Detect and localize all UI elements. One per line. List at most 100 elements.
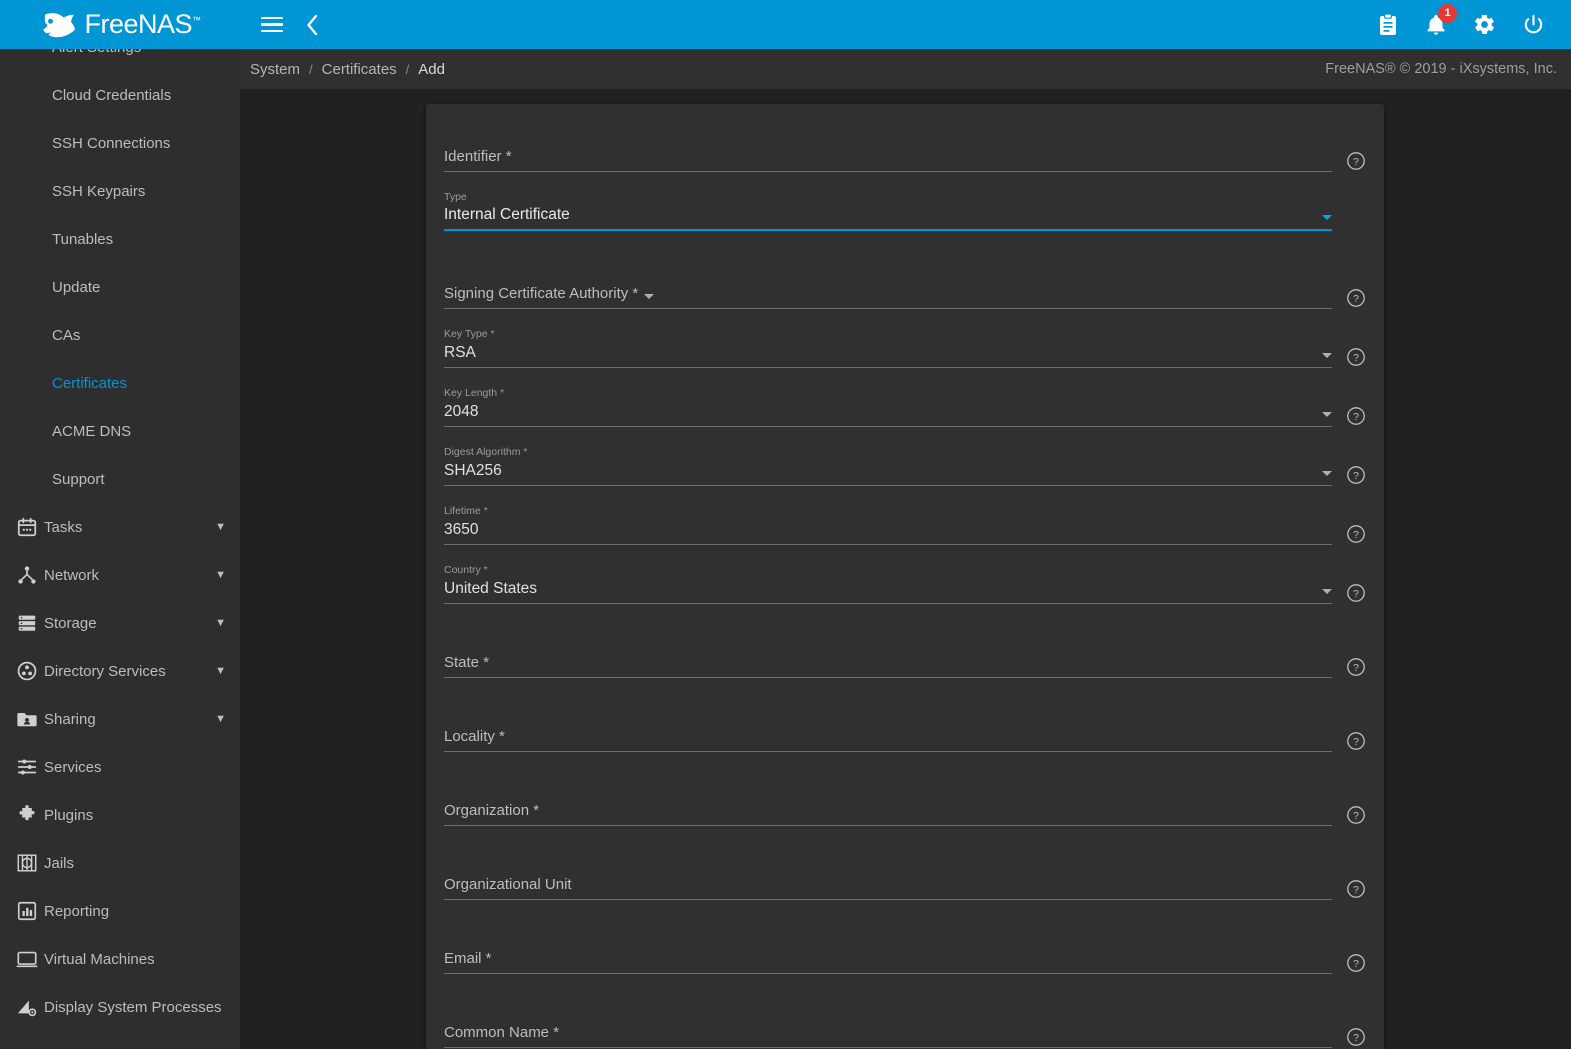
arrow-drop-down-icon[interactable] [1322,412,1332,417]
sidebar-item-tunables[interactable]: Tunables [0,215,240,263]
sidebar-item-plugins[interactable]: Plugins [0,791,240,839]
sidebar-item-reporting[interactable]: Reporting [0,887,240,935]
breadcrumb-item-certificates[interactable]: Certificates [322,61,397,78]
lifetime-input[interactable]: 3650 [444,519,1332,544]
notifications-button[interactable]: 1 [1425,3,1457,37]
sidebar-item-support[interactable]: Support [0,455,240,503]
help-circle-icon[interactable]: ? [1346,524,1366,544]
sidebar-navigation[interactable]: Alert Settings Cloud Credentials SSH Con… [0,49,240,1049]
power-icon[interactable] [1522,13,1545,36]
help-circle-icon[interactable]: ? [1346,288,1366,308]
field-label: Lifetime * [444,505,488,517]
topbar-right-controls: 1 [1377,3,1571,37]
common-name-input[interactable]: Common Name * [444,1022,559,1047]
arrow-drop-down-icon[interactable] [1322,215,1332,220]
sidebar-item-sharing[interactable]: Sharing ▼ [0,695,240,743]
chevron-down-icon[interactable]: ▼ [215,521,226,533]
sidebar-item-label: Cloud Credentials [52,86,172,104]
field-key-type[interactable]: Key Type * RSA ? [444,316,1366,368]
signing-ca-select-value[interactable]: Signing Certificate Authority * [444,283,638,308]
clipboard-icon[interactable] [1377,12,1399,37]
sidebar-item-cloud-credentials[interactable]: Cloud Credentials [0,71,240,119]
chevron-down-icon[interactable]: ▼ [215,713,226,725]
country-select-value[interactable]: United States [444,578,1316,603]
field-common-name[interactable]: Common Name * Common Name * ? [444,996,1366,1048]
sidebar-item-virtual-machines[interactable]: Virtual Machines [0,935,240,983]
breadcrumb-item-system[interactable]: System [250,61,300,78]
help-circle-icon[interactable]: ? [1346,953,1366,973]
gear-icon[interactable] [1473,13,1496,36]
email-input[interactable]: Email * [444,948,492,973]
sidebar-item-display-system-processes[interactable]: Display System Processes [0,983,240,1031]
sidebar-item-label: Display System Processes [44,998,222,1016]
arrow-drop-down-icon[interactable] [644,294,655,299]
field-locality[interactable]: Locality * Locality * ? [444,700,1366,752]
chevron-left-icon[interactable] [305,14,319,36]
field-label: Key Length * [444,387,505,399]
arrow-drop-down-icon[interactable] [1322,589,1332,594]
svg-text:?: ? [1353,156,1359,168]
sidebar-item-directory-services[interactable]: Directory Services ▼ [0,647,240,695]
sidebar-item-label: CAs [52,326,81,344]
help-circle-icon[interactable]: ? [1346,583,1366,603]
field-state[interactable]: State * State * ? [444,626,1366,678]
puzzle-icon [10,804,44,826]
sidebar-item-label: Tasks [44,518,83,536]
organizational-unit-input[interactable]: Organizational Unit [444,874,572,899]
arrow-drop-down-icon[interactable] [1322,353,1332,358]
sidebar-item-update[interactable]: Update [0,263,240,311]
field-organizational-unit[interactable]: Organizational Unit Organizational Unit … [444,848,1366,900]
sidebar-item-services[interactable]: Services [0,743,240,791]
help-circle-icon[interactable]: ? [1346,465,1366,485]
sidebar-item-network[interactable]: Network ▼ [0,551,240,599]
svg-text:?: ? [1353,1032,1359,1044]
field-email[interactable]: Email * Email * ? [444,922,1366,974]
field-signing-certificate-authority[interactable]: Signing Certificate Authority * Signing … [444,257,1366,309]
sidebar-item-ssh-keypairs[interactable]: SSH Keypairs [0,167,240,215]
sidebar-item-tasks[interactable]: Tasks ▼ [0,503,240,551]
help-circle-icon[interactable]: ? [1346,151,1366,171]
hamburger-menu-icon[interactable] [261,16,283,33]
brand-logo[interactable]: FreeNAS™ [0,0,240,49]
digest-algorithm-select-value[interactable]: SHA256 [444,460,1316,485]
field-lifetime[interactable]: Lifetime * 3650 ? [444,493,1366,545]
help-circle-icon[interactable]: ? [1346,657,1366,677]
field-organization[interactable]: Organization * Organization * ? [444,774,1366,826]
sidebar-item-cas[interactable]: CAs [0,311,240,359]
sidebar-item-ssh-connections[interactable]: SSH Connections [0,119,240,167]
field-country[interactable]: Country * United States ? [444,552,1366,604]
sidebar-item-alert-settings[interactable]: Alert Settings [0,49,240,71]
svg-text:?: ? [1353,588,1359,600]
sidebar-item-certificates[interactable]: Certificates [0,359,240,407]
help-circle-icon[interactable]: ? [1346,1027,1366,1047]
folder-share-icon [10,708,44,730]
field-key-length[interactable]: Key Length * 2048 ? [444,375,1366,427]
field-identifier[interactable]: Identifier * Identifier * ? [444,120,1366,172]
sidebar-item-jails[interactable]: Jails [0,839,240,887]
help-circle-icon[interactable]: ? [1346,731,1366,751]
chevron-down-icon[interactable]: ▼ [215,665,226,677]
svg-text:?: ? [1353,662,1359,674]
field-type[interactable]: Type Internal Certificate [444,179,1366,231]
identifier-input[interactable]: Identifier * [444,146,512,171]
svg-text:?: ? [1353,293,1359,305]
sidebar-item-acme-dns[interactable]: ACME DNS [0,407,240,455]
chevron-down-icon[interactable]: ▼ [215,569,226,581]
type-select-value[interactable]: Internal Certificate [444,204,1316,229]
sidebar-item-label: Tunables [52,230,114,248]
help-circle-icon[interactable]: ? [1346,879,1366,899]
field-digest-algorithm[interactable]: Digest Algorithm * SHA256 ? [444,434,1366,486]
state-input[interactable]: State * [444,652,489,677]
arrow-drop-down-icon[interactable] [1322,471,1332,476]
sidebar-item-label: Support [52,470,105,488]
sidebar-item-storage[interactable]: Storage ▼ [0,599,240,647]
help-circle-icon[interactable]: ? [1346,347,1366,367]
organization-input[interactable]: Organization * [444,800,539,825]
chevron-down-icon[interactable]: ▼ [215,617,226,629]
key-type-select-value[interactable]: RSA [444,342,1316,367]
key-length-select-value[interactable]: 2048 [444,401,1316,426]
network-icon [10,564,44,586]
help-circle-icon[interactable]: ? [1346,805,1366,825]
locality-input[interactable]: Locality * [444,726,505,751]
help-circle-icon[interactable]: ? [1346,406,1366,426]
